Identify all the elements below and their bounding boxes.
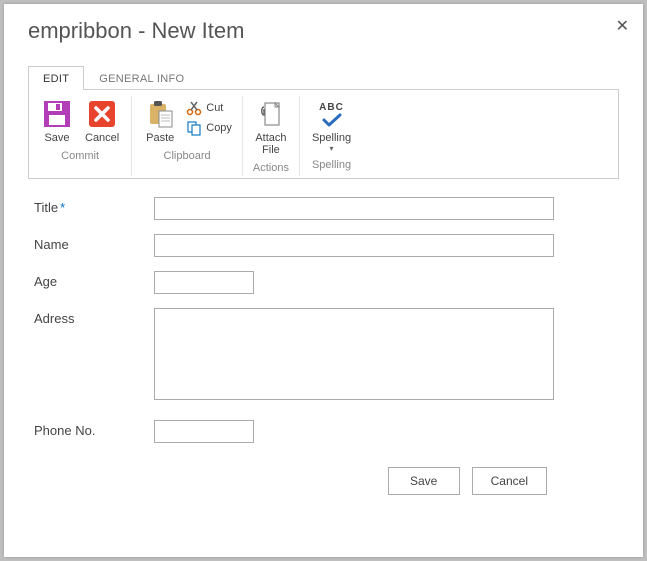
tab-general-info[interactable]: GENERAL INFO [84, 66, 199, 90]
cancel-button[interactable]: Cancel [79, 96, 125, 146]
copy-button[interactable]: Copy [186, 118, 232, 138]
ribbon-tabs: EDIT GENERAL INFO [28, 66, 619, 89]
attach-file-button[interactable]: Attach File [249, 96, 293, 158]
attach-file-icon [255, 98, 287, 130]
group-label-clipboard: Clipboard [164, 150, 211, 162]
copy-label: Copy [206, 122, 232, 134]
attach-file-label: Attach File [255, 132, 286, 156]
age-label: Age [34, 271, 154, 289]
save-icon [41, 98, 73, 130]
group-label-actions: Actions [253, 162, 289, 174]
paste-label: Paste [146, 132, 174, 144]
clipboard-small-actions: Cut Copy [182, 96, 236, 140]
cancel-label: Cancel [85, 132, 119, 144]
form-area: Title* Name Age Adress Phone No. [4, 179, 643, 443]
address-input[interactable] [154, 308, 554, 400]
phone-input[interactable] [154, 420, 254, 443]
name-input[interactable] [154, 234, 554, 257]
title-input[interactable] [154, 197, 554, 220]
spelling-button[interactable]: ABC Spelling ▾ [306, 96, 357, 155]
dialog-title: empribbon - New Item [4, 4, 643, 66]
spelling-label: Spelling [312, 132, 351, 144]
ribbon-group-commit: Save Cancel Commit [29, 96, 132, 176]
group-label-spelling: Spelling [312, 159, 351, 171]
save-label: Save [44, 132, 69, 144]
ribbon-group-clipboard: Paste Cut [132, 96, 243, 176]
form-save-button[interactable]: Save [388, 467, 460, 495]
copy-icon [186, 120, 202, 136]
dialog-window: ✕ empribbon - New Item EDIT GENERAL INFO [4, 4, 643, 557]
cancel-icon [86, 98, 118, 130]
save-button[interactable]: Save [35, 96, 79, 146]
phone-label: Phone No. [34, 420, 154, 438]
cut-button[interactable]: Cut [186, 98, 223, 118]
spelling-icon: ABC [316, 98, 348, 130]
paste-icon [144, 98, 176, 130]
form-cancel-button[interactable]: Cancel [472, 467, 547, 495]
paste-button[interactable]: Paste [138, 96, 182, 146]
cut-label: Cut [206, 102, 223, 114]
ribbon: Save Cancel Commit [28, 89, 619, 179]
tab-edit[interactable]: EDIT [28, 66, 84, 90]
close-icon[interactable]: ✕ [616, 16, 629, 36]
ribbon-group-spelling: ABC Spelling ▾ Spelling [300, 96, 363, 176]
group-label-commit: Commit [61, 150, 99, 162]
cut-icon [186, 100, 202, 116]
address-label: Adress [34, 308, 154, 326]
ribbon-group-actions: Attach File Actions [243, 96, 300, 176]
title-label: Title* [34, 197, 154, 215]
chevron-down-icon: ▾ [330, 145, 334, 153]
age-input[interactable] [154, 271, 254, 294]
name-label: Name [34, 234, 154, 252]
dialog-button-row: Save Cancel [4, 457, 643, 495]
